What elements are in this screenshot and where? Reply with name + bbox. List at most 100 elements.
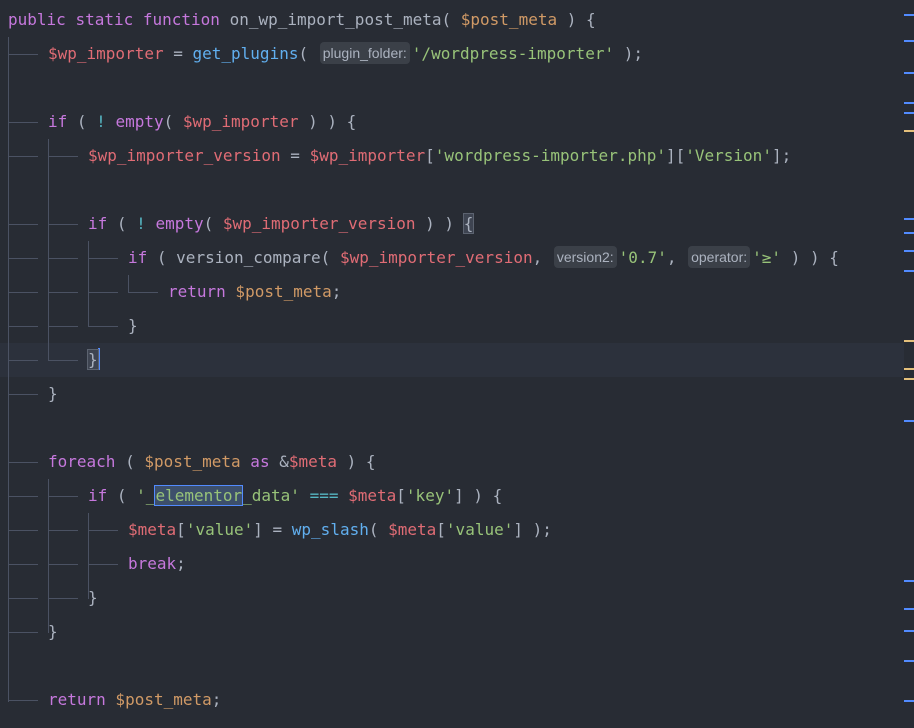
code-line-18[interactable]: }: [0, 581, 904, 615]
string-literal: '/wordpress-importer': [411, 44, 615, 63]
closing-brace: }: [88, 588, 98, 607]
punctuation: ][: [665, 146, 686, 165]
code-line-9[interactable]: return $post_meta;: [0, 275, 904, 309]
closing-brace: }: [128, 316, 138, 335]
variable: $meta: [288, 452, 338, 471]
indent-guide-vertical: [88, 513, 89, 599]
variable: $post_meta: [144, 452, 241, 471]
indent-guide: [48, 564, 78, 565]
keyword: if: [48, 112, 68, 131]
indent-guide: [8, 258, 38, 259]
punctuation: ) ) {: [298, 112, 357, 131]
punctuation: (: [368, 520, 389, 539]
indent-guide-vertical: [88, 241, 89, 327]
code-line-12[interactable]: }: [0, 377, 904, 411]
variable: $wp_importer: [48, 44, 164, 63]
indent-guide: [8, 496, 38, 497]
variable: $post_meta: [105, 690, 212, 709]
indent-guide: [8, 122, 38, 123]
variable: $wp_importer_version: [222, 214, 416, 233]
code-line-21[interactable]: return $post_meta;: [0, 683, 904, 717]
indent-guide: [8, 326, 38, 327]
search-highlight: elementor: [154, 485, 244, 506]
punctuation: (: [67, 112, 97, 131]
indent-guide: [48, 224, 78, 225]
punctuation: ;: [176, 554, 186, 573]
indent-guide-vertical: [48, 479, 49, 633]
indent-guide: [88, 258, 118, 259]
keyword: if: [88, 486, 108, 505]
indent-guide: [88, 292, 118, 293]
string-literal: 'value': [445, 520, 514, 539]
code-line-1[interactable]: public static function on_wp_import_post…: [0, 3, 904, 37]
vertical-scrollbar[interactable]: [904, 0, 914, 728]
code-line-19[interactable]: }: [0, 615, 904, 649]
scroll-marker: [904, 630, 914, 632]
punctuation: ,: [532, 248, 552, 267]
punctuation: ) {: [557, 10, 596, 29]
indent-guide: [48, 326, 78, 327]
keyword: foreach: [48, 452, 116, 471]
indent-guide: [8, 564, 38, 565]
keyword: as: [240, 452, 280, 471]
indent-guide: [8, 632, 38, 633]
scroll-marker: [904, 700, 914, 702]
code-line-4[interactable]: if ( ! empty( $wp_importer ) ) {: [0, 105, 904, 139]
code-line-8[interactable]: if ( version_compare( $wp_importer_versi…: [0, 241, 904, 275]
indent-guide-vertical: [8, 37, 9, 702]
scroll-marker: [904, 40, 914, 42]
scroll-marker: [904, 270, 914, 272]
code-line-15[interactable]: if ( '_elementor_data' === $meta['key'] …: [0, 479, 904, 513]
punctuation: [: [425, 146, 435, 165]
string-literal: _data': [242, 486, 300, 505]
code-line-10[interactable]: }: [0, 309, 904, 343]
punctuation: ] =: [253, 520, 292, 539]
code-line-3[interactable]: [0, 71, 904, 105]
punctuation: ) {: [337, 452, 376, 471]
keyword: public: [8, 10, 66, 29]
variable: $meta: [388, 520, 437, 539]
code-line-7[interactable]: if ( ! empty( $wp_importer_version ) ) {: [0, 207, 904, 241]
code-editor[interactable]: public static function on_wp_import_post…: [0, 0, 914, 728]
code-line-5[interactable]: $wp_importer_version = $wp_importer['wor…: [0, 139, 904, 173]
string-literal: 'wordpress-importer.php': [434, 146, 666, 165]
code-line-20[interactable]: [0, 649, 904, 683]
scroll-marker: [904, 112, 914, 114]
code-line-2[interactable]: $wp_importer = get_plugins( plugin_folde…: [0, 37, 904, 71]
function-call: empty: [145, 214, 204, 233]
indent-guide: [48, 530, 78, 531]
code-line-16[interactable]: $meta['value'] = wp_slash( $meta['value'…: [0, 513, 904, 547]
variable: $post_meta: [225, 282, 332, 301]
operator: =: [163, 44, 193, 63]
scroll-marker: [904, 660, 914, 662]
indent-guide: [88, 530, 118, 531]
scroll-marker: [904, 580, 914, 582]
parameter-hint: plugin_folder:: [319, 42, 410, 64]
punctuation: (: [203, 214, 223, 233]
keyword: if: [128, 248, 148, 267]
code-line-6[interactable]: [0, 173, 904, 207]
indent-guide: [8, 530, 38, 531]
indent-guide: [48, 496, 78, 497]
scroll-marker: [904, 378, 914, 380]
punctuation: (: [298, 44, 318, 63]
string-literal: '≥': [752, 248, 782, 267]
indent-guide: [48, 360, 78, 361]
indent-guide: [88, 326, 118, 327]
code-line-17[interactable]: break;: [0, 547, 904, 581]
punctuation: (: [107, 486, 137, 505]
keyword: return: [48, 690, 106, 709]
code-line-13[interactable]: [0, 411, 904, 445]
indent-guide: [8, 54, 38, 55]
punctuation: ];: [771, 146, 792, 165]
operator: =: [280, 146, 310, 165]
indent-guide: [48, 258, 78, 259]
code-line-14[interactable]: foreach ( $post_meta as &$meta ) {: [0, 445, 904, 479]
code-line-11[interactable]: }: [0, 343, 904, 377]
indent-guide-vertical: [48, 139, 49, 361]
variable: $wp_importer: [182, 112, 299, 131]
scroll-marker: [904, 14, 914, 16]
punctuation: ] );: [513, 520, 552, 539]
parameter-hint: version2:: [553, 246, 617, 268]
closing-brace: }: [48, 384, 58, 403]
